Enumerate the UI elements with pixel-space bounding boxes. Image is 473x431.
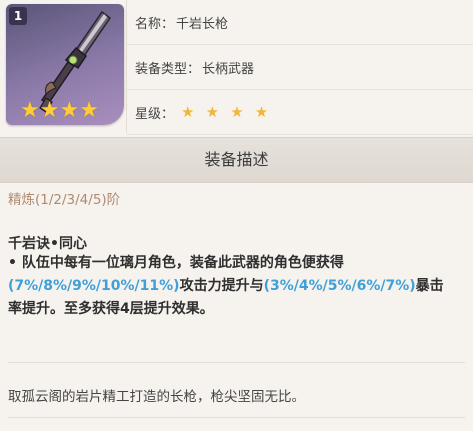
passive-text-pre: • 队伍中每有一位璃月角色，装备此武器的角色便获得 [8, 255, 344, 271]
passive-text-mid: 攻击力提升与 [179, 278, 264, 294]
atk-bonus-values: (7%/8%/9%/10%/11%) [8, 278, 180, 294]
star-icon: ★ [20, 98, 40, 123]
refinement-label: 精炼(1/2/3/4/5)阶 [8, 192, 121, 208]
star-icon: ★ [205, 103, 220, 121]
type-label: 装备类型： [135, 61, 201, 77]
star-icon: ★ [254, 103, 269, 121]
info-row-name: 名称： 千岩长枪 [127, 0, 473, 45]
star-icon: ★ [79, 98, 99, 123]
lore-text: 取孤云阁的岩片精工打造的长枪，枪尖坚固无比。 [8, 389, 305, 405]
info-row-type: 装备类型： 长柄武器 [127, 45, 473, 90]
passive-description: • 队伍中每有一位璃月角色，装备此武器的角色便获得 (7%/8%/9%/10%/1… [8, 252, 450, 321]
star-icon: ★ [230, 103, 244, 121]
type-value: 长柄武器 [202, 61, 255, 77]
star-icon: ★ [59, 98, 80, 123]
card-star-rating: ★ ★ ★ ★ [20, 98, 99, 123]
rarity-label: 星级： [135, 106, 175, 122]
name-label: 名称： [135, 16, 175, 32]
crit-bonus-values: (3%/4%/5%/6%/7%) [263, 278, 416, 294]
name-value: 千岩长枪 [176, 16, 229, 32]
divider [8, 362, 465, 363]
divider [8, 417, 465, 418]
section-title: 装备描述 [0, 137, 473, 183]
weapon-summary: 1 ★ ★ ★ ★ 名称： 千岩长枪 装备类型： 长柄武器 星级： ★ ★ ★ … [0, 0, 473, 135]
weapon-card[interactable]: 1 ★ ★ ★ ★ [6, 4, 124, 125]
rank-badge: 1 [9, 7, 27, 25]
star-icon: ★ [39, 98, 60, 123]
passive-name: 千岩诀•同心 [8, 236, 87, 252]
rarity-stars: ★ ★ ★ ★ [174, 103, 268, 121]
info-row-rarity: 星级： ★ ★ ★ ★ [127, 90, 473, 135]
star-icon: ★ [181, 103, 195, 121]
